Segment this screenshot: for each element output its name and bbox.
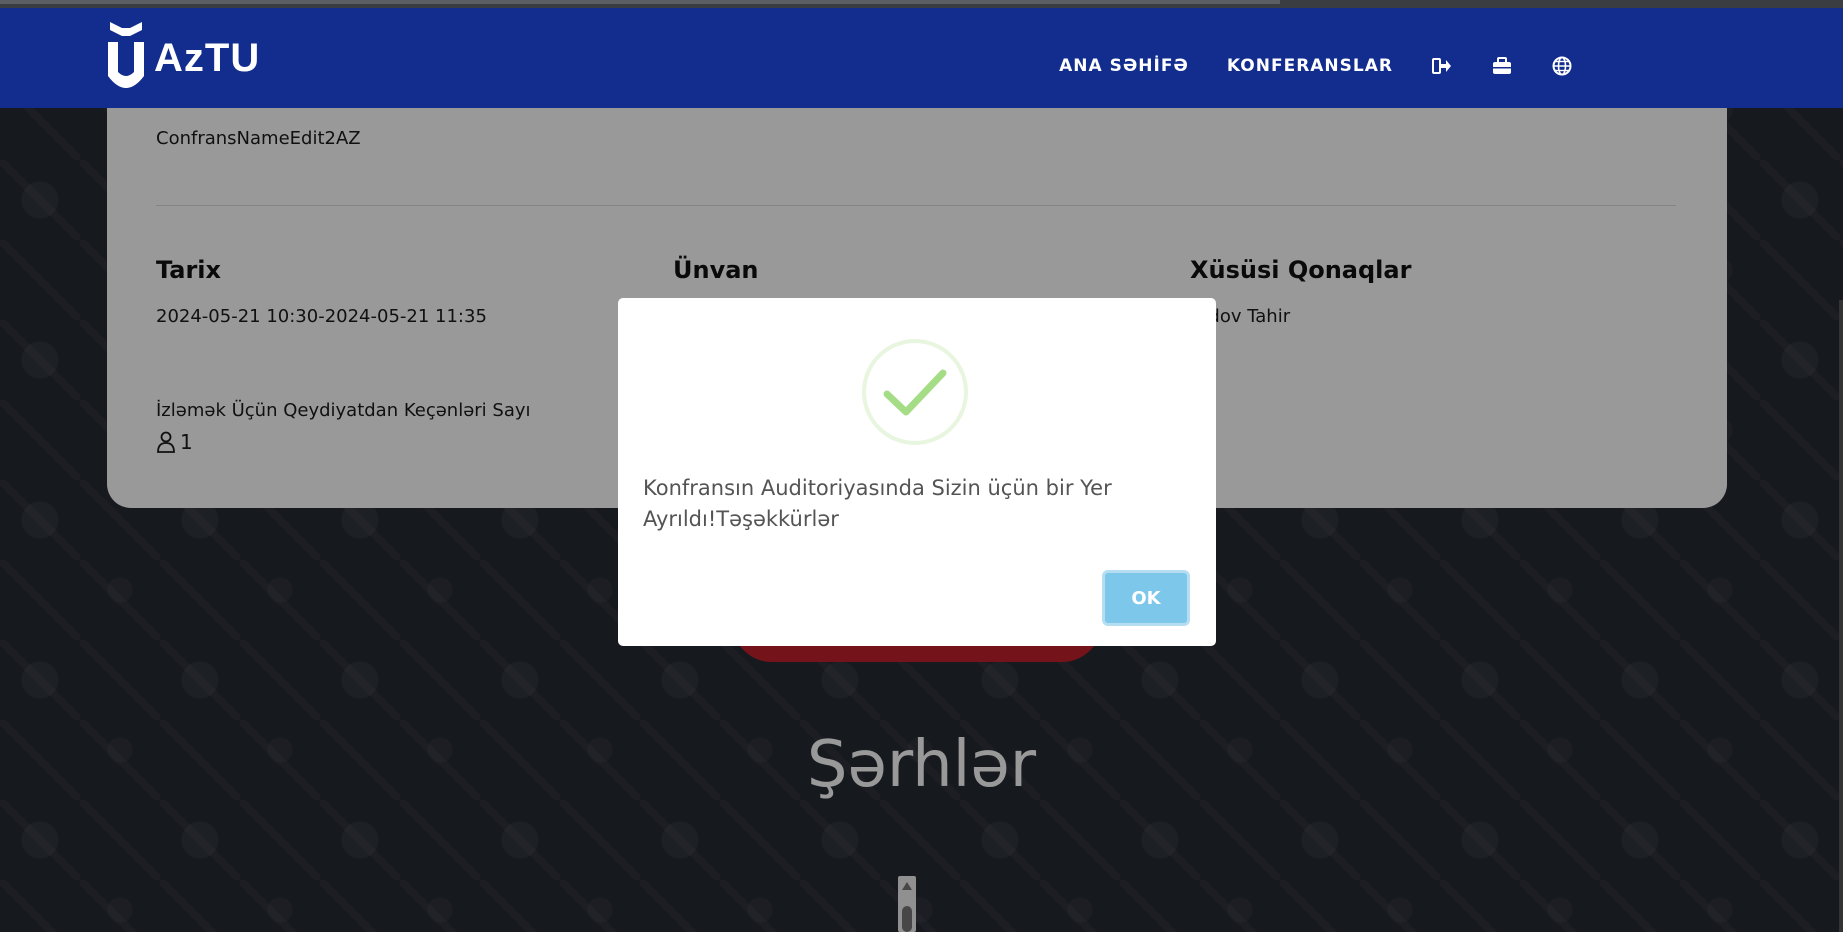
globe-icon[interactable] [1551, 55, 1573, 77]
site-logo[interactable]: AzTU [106, 20, 260, 96]
nav-conferences-link[interactable]: KONFERANSLAR [1227, 56, 1393, 76]
logout-icon[interactable] [1431, 55, 1453, 77]
success-check-icon [862, 339, 968, 445]
browser-tab-strip [0, 0, 1843, 8]
logo-text: AzTU [154, 35, 261, 80]
modal-message: Konfransın Auditoriyasında Sizin üçün bi… [643, 476, 1112, 531]
main-nav: ANA SƏHİFƏ KONFERANSLAR [1059, 16, 1573, 116]
shield-logo-icon [108, 22, 144, 88]
site-header: AzTU ANA SƏHİFƏ KONFERANSLAR [0, 8, 1843, 108]
success-modal: Konfransın Auditoriyasında Sizin üçün bi… [618, 298, 1216, 646]
nav-home-link[interactable]: ANA SƏHİFƏ [1059, 56, 1189, 76]
ok-button[interactable]: OK [1102, 570, 1190, 626]
briefcase-icon[interactable] [1491, 55, 1513, 77]
browser-tab-line [0, 0, 1280, 4]
